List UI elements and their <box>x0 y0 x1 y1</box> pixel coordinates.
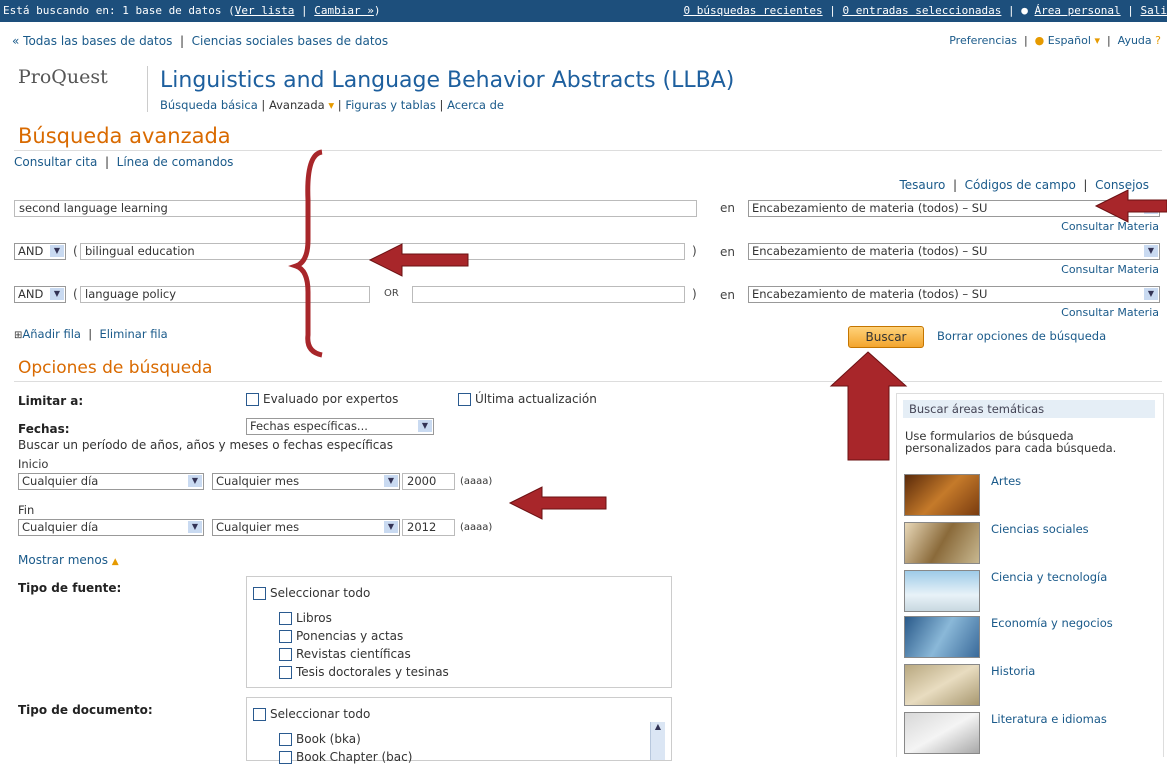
arrow-annotation <box>370 244 468 276</box>
arrow-annotation <box>831 352 906 460</box>
bracket-annotation <box>296 152 322 355</box>
arrow-annotation <box>1096 190 1167 222</box>
annotation-overlay <box>0 0 1167 756</box>
arrow-annotation <box>510 487 606 519</box>
